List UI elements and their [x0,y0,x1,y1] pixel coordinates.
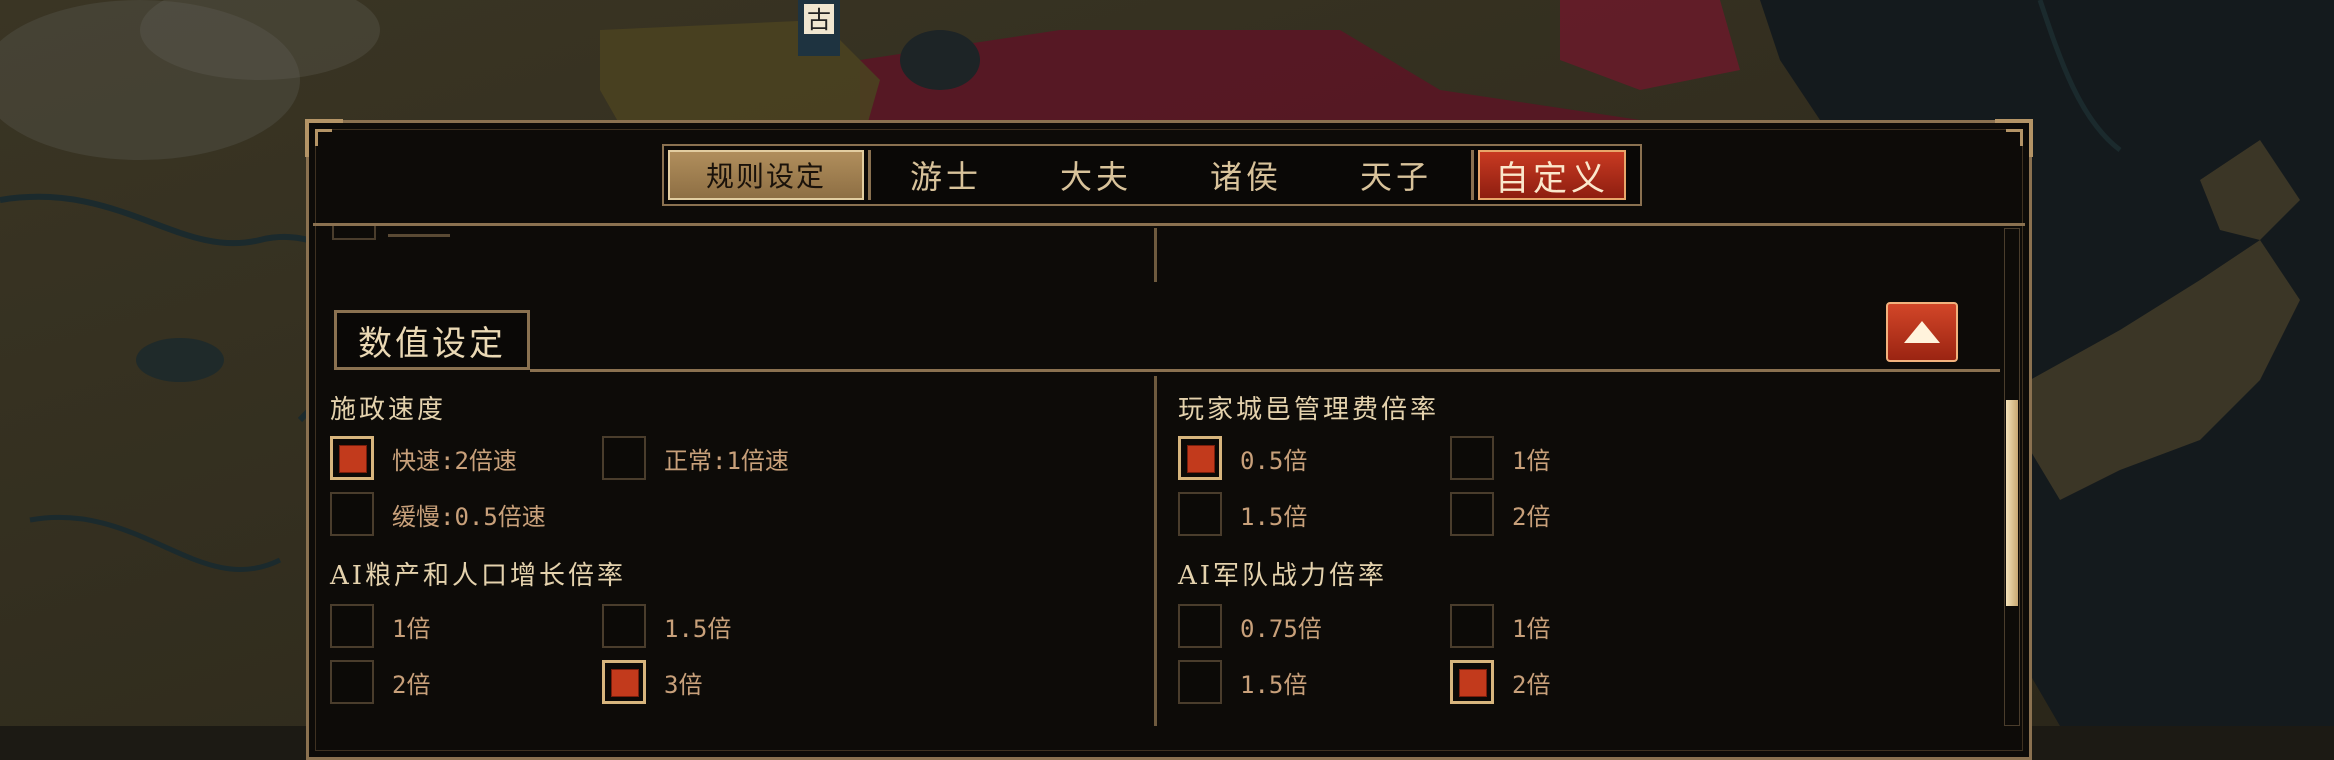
checkbox[interactable] [330,492,374,536]
checkbox[interactable] [1450,604,1494,648]
tab-youshi[interactable]: 游士 [871,146,1021,204]
option-label: 3倍 [664,670,703,699]
section-title-values: 数值设定 [334,310,530,370]
group-ai-growth: AI粮产和人口增长倍率 [330,556,1130,596]
tab-separator [1471,150,1474,200]
option-label: 1.5倍 [1240,670,1308,699]
option-slow[interactable]: 缓慢:0.5倍速 [330,492,546,536]
section-divider [530,369,2000,372]
option-normal[interactable]: 正常:1倍速 [602,436,789,480]
checkbox-checked[interactable] [330,436,374,480]
option-upkeep-0-5[interactable]: 0.5倍 [1178,436,1307,480]
checkbox[interactable] [1450,436,1494,480]
group-title: 施政速度 [330,395,447,425]
tab-tianzi[interactable]: 天子 [1321,146,1471,204]
map-city-marker[interactable]: 古 [807,6,831,34]
tab-dafu[interactable]: 大夫 [1021,146,1171,204]
column-divider [1154,376,1157,726]
option-growth-2[interactable]: 2倍 [330,660,430,704]
partial-checkbox[interactable] [332,226,376,240]
option-label: 快速:2倍速 [392,446,517,475]
checkbox[interactable] [1178,660,1222,704]
group-title: AI粮产和人口增长倍率 [330,561,627,591]
option-fast[interactable]: 快速:2倍速 [330,436,517,480]
checkbox-checked[interactable] [1178,436,1222,480]
option-label: 缓慢:0.5倍速 [392,502,546,531]
option-label: 2倍 [392,670,431,699]
option-growth-1[interactable]: 1倍 [330,604,430,648]
group-ai-army-power: AI军队战力倍率 [1178,556,1978,596]
option-growth-3[interactable]: 3倍 [602,660,702,704]
option-label: 1倍 [1512,446,1551,475]
tab-custom[interactable]: 自定义 [1478,150,1626,200]
option-upkeep-1[interactable]: 1倍 [1450,436,1550,480]
frame-corner-ornament [1995,119,2033,157]
scrollbar-thumb[interactable] [2006,400,2018,606]
option-upkeep-2[interactable]: 2倍 [1450,492,1550,536]
option-label: 1.5倍 [664,614,732,643]
option-army-2[interactable]: 2倍 [1450,660,1550,704]
checkbox[interactable] [602,604,646,648]
checkbox[interactable] [330,604,374,648]
tab-zhuhou[interactable]: 诸侯 [1171,146,1321,204]
option-upkeep-1-5[interactable]: 1.5倍 [1178,492,1307,536]
group-city-upkeep: 玩家城邑管理费倍率 [1178,390,1978,430]
group-policy-speed: 施政速度 [330,390,1130,430]
checkbox[interactable] [602,436,646,480]
checkbox-checked[interactable] [602,660,646,704]
option-army-0-75[interactable]: 0.75倍 [1178,604,1322,648]
option-label: 正常:1倍速 [664,446,789,475]
frame-corner-ornament [305,119,343,157]
checkbox[interactable] [1178,604,1222,648]
checkbox[interactable] [1450,492,1494,536]
partial-label-underline [388,234,450,237]
option-army-1[interactable]: 1倍 [1450,604,1550,648]
column-divider [1154,228,1157,282]
option-label: 1.5倍 [1240,502,1308,531]
collapse-section-button[interactable] [1886,302,1958,362]
option-label: 0.5倍 [1240,446,1308,475]
option-label: 2倍 [1512,502,1551,531]
checkbox[interactable] [1178,492,1222,536]
option-label: 0.75倍 [1240,614,1322,643]
option-army-1-5[interactable]: 1.5倍 [1178,660,1307,704]
settings-content: 数值设定 施政速度 快速:2倍速 正常:1倍速 缓慢:0.5倍速 玩家城邑管理费… [314,226,2004,726]
group-title: AI军队战力倍率 [1178,561,1388,591]
option-label: 1倍 [1512,614,1551,643]
option-label: 2倍 [1512,670,1551,699]
checkbox-checked[interactable] [1450,660,1494,704]
option-growth-1-5[interactable]: 1.5倍 [602,604,731,648]
checkbox[interactable] [330,660,374,704]
option-label: 1倍 [392,614,431,643]
group-title: 玩家城邑管理费倍率 [1178,395,1440,425]
tab-rules-settings[interactable]: 规则设定 [668,150,864,200]
difficulty-tab-bar: 规则设定 游士 大夫 诸侯 天子 自定义 [662,144,1642,206]
